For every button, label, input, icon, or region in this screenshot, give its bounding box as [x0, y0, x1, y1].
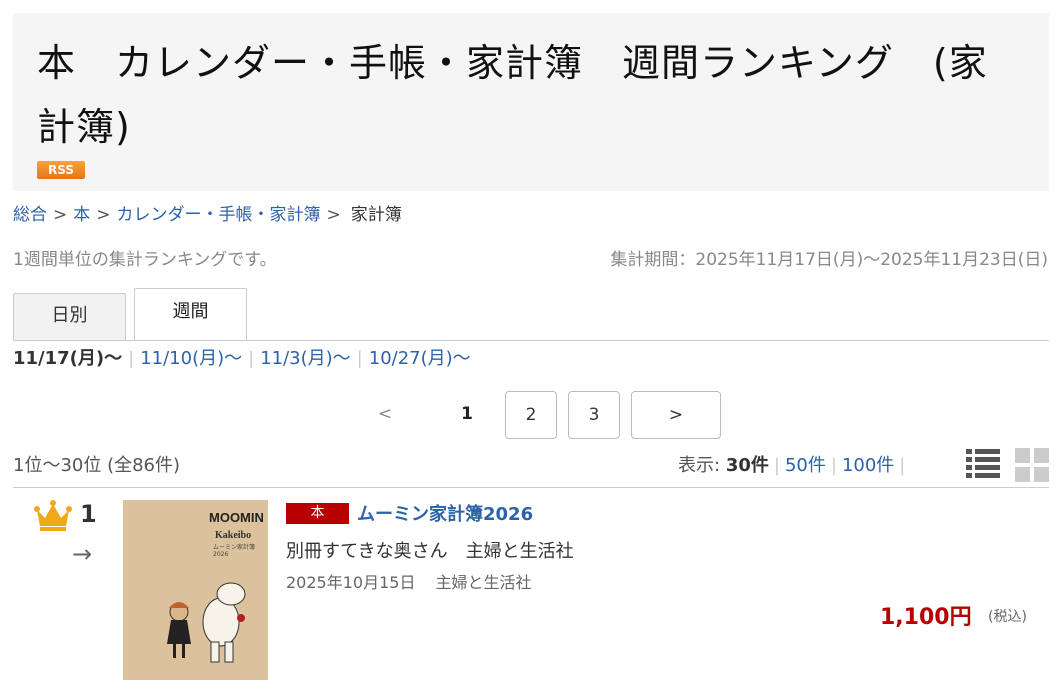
breadcrumb-link-all[interactable]: 総合	[13, 205, 47, 225]
breadcrumb-separator: >	[96, 205, 111, 225]
cover-logo: MOOMIN	[209, 510, 264, 525]
ranking-description: 1週間単位の集計ランキングです。	[13, 250, 277, 270]
tab-weekly[interactable]: 週間	[134, 288, 247, 341]
display-count-selector: 表示: 30件 | 50件 | 100件 |	[678, 455, 906, 476]
display-option-100[interactable]: 100件	[842, 455, 894, 476]
breadcrumb-link-calendar[interactable]: カレンダー・手帳・家計簿	[117, 205, 321, 225]
week-selector: 11/17(月)〜 | 11/10(月)〜 | 11/3(月)〜 | 10/27(月)〜	[13, 348, 471, 369]
aggregation-period: 集計期間：2025年11月17日(月)〜2025年11月23日(日)	[610, 250, 1048, 270]
book-release-info: 2025年10月15日 主婦と生活社	[286, 569, 531, 593]
pager-current-page: 1	[461, 404, 473, 424]
cover-small-text: ムーミン家計簿 2026	[213, 544, 256, 558]
tabs-divider	[13, 340, 1049, 341]
gold-crown-icon	[34, 500, 72, 531]
pager-page-2[interactable]: 2	[505, 391, 557, 439]
breadcrumb-current: 家計簿	[350, 205, 402, 225]
pager-page-3[interactable]: 3	[568, 391, 620, 439]
week-link[interactable]: 11/10(月)〜	[140, 348, 242, 369]
list-view-icon[interactable]	[966, 448, 1000, 480]
cover-subtitle: Kakeibo	[215, 530, 252, 541]
book-title-link[interactable]: ムーミン家計簿2026	[357, 500, 533, 526]
book-author: 別冊すてきな奥さん 主婦と生活社	[286, 541, 574, 562]
breadcrumb-link-books[interactable]: 本	[73, 205, 90, 225]
list-divider	[13, 487, 1049, 488]
breadcrumb-separator: >	[326, 205, 341, 225]
tab-daily[interactable]: 日別	[13, 293, 126, 341]
page-title: 本 カレンダー・手帳・家計簿 週間ランキング (家計簿)	[37, 41, 988, 149]
title-box: 本 カレンダー・手帳・家計簿 週間ランキング (家計簿) RSS	[13, 13, 1049, 191]
result-range: 1位〜30位 (全86件)	[13, 455, 181, 476]
week-current: 11/17(月)〜	[13, 348, 123, 369]
week-link[interactable]: 10/27(月)〜	[369, 348, 471, 369]
display-option-50[interactable]: 50件	[785, 455, 826, 476]
grid-view-icon[interactable]	[1015, 448, 1049, 482]
pager-next-button[interactable]: >	[631, 391, 721, 439]
week-link[interactable]: 11/3(月)〜	[260, 348, 350, 369]
rank-number: 1	[80, 500, 97, 528]
display-label: 表示:	[678, 455, 721, 476]
display-option-selected: 30件	[725, 455, 769, 476]
breadcrumb: 総合 > 本 > カレンダー・手帳・家計簿 > 家計簿	[13, 203, 402, 227]
moomin-illustration	[167, 582, 246, 663]
book-cover-image[interactable]: MOOMIN Kakeibo ムーミン家計簿 2026	[123, 500, 268, 680]
publisher: 主婦と生活社	[435, 573, 532, 592]
release-date: 2025年10月15日	[286, 573, 416, 592]
breadcrumb-separator: >	[53, 205, 68, 225]
book-price: 1,100円	[880, 605, 972, 630]
rank-change-arrow: →	[72, 540, 93, 568]
pager-prev-button[interactable]: <	[360, 391, 410, 439]
category-badge: 本	[286, 503, 349, 524]
rss-button[interactable]: RSS	[37, 161, 85, 179]
tax-note: (税込)	[988, 609, 1027, 625]
